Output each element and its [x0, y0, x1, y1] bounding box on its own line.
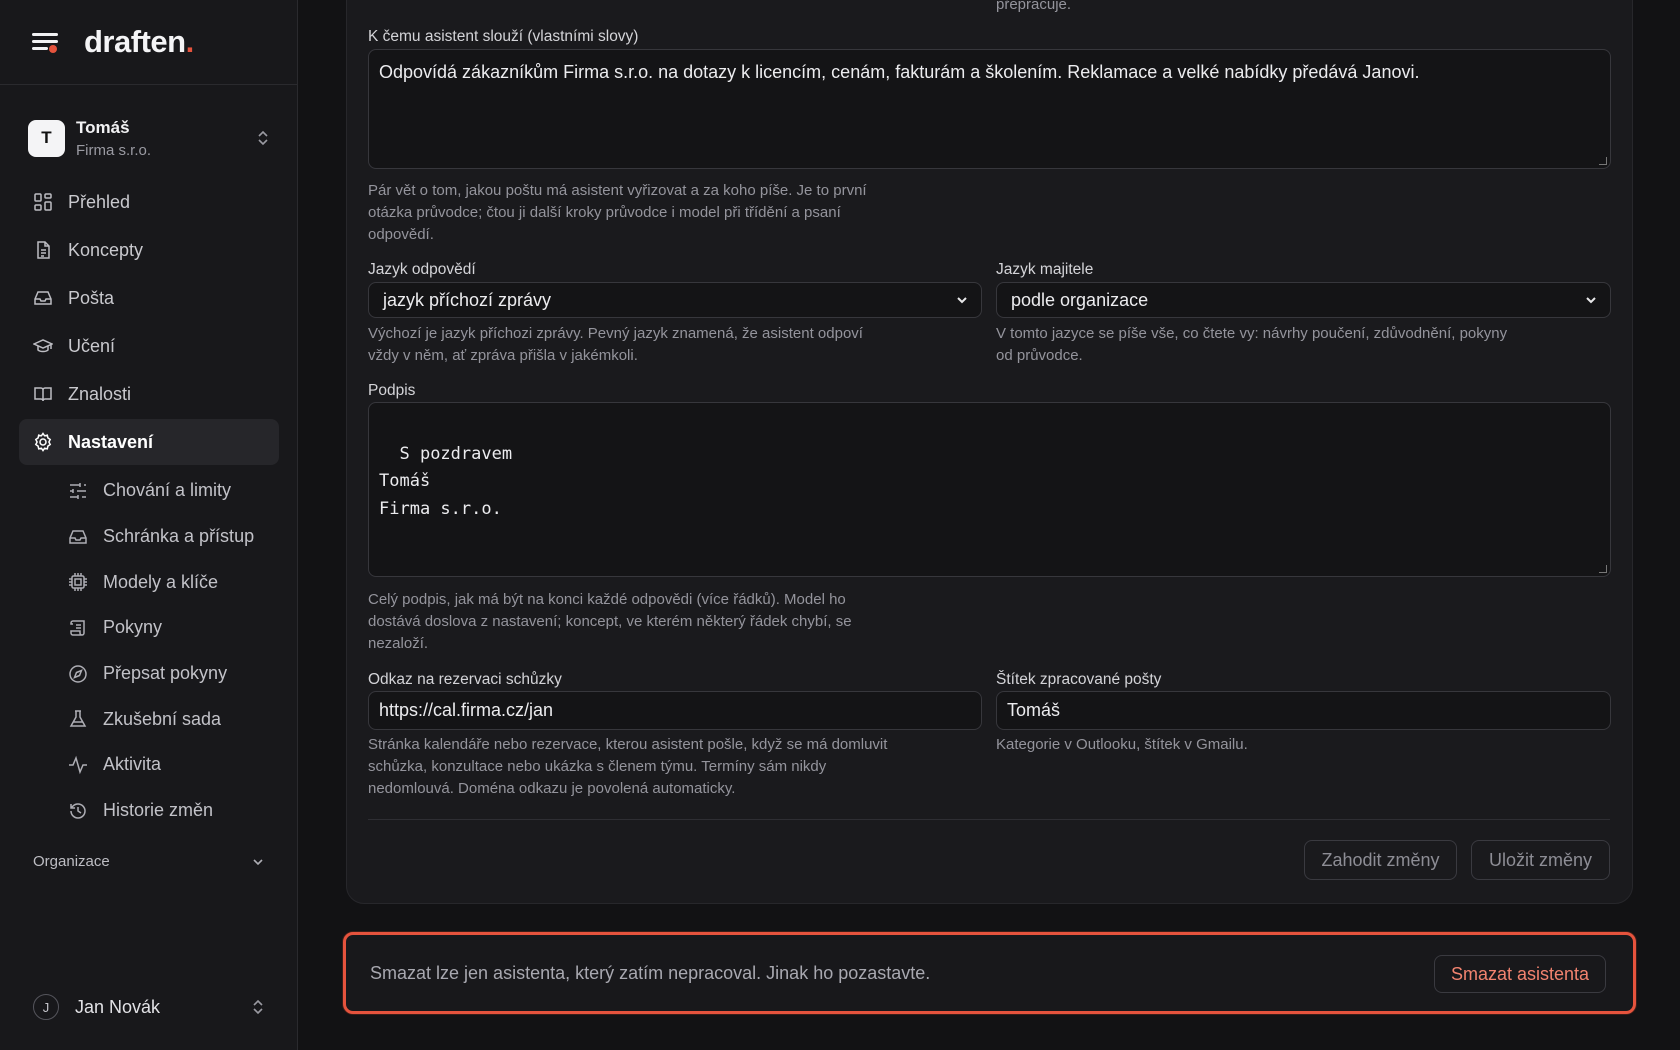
- chevron-updown-icon: [256, 129, 270, 148]
- subnav-label: Pokyny: [103, 617, 163, 638]
- chevron-down-icon: [253, 858, 263, 865]
- gear-icon: [34, 432, 52, 452]
- owner-language-select[interactable]: podle organizace: [996, 282, 1611, 318]
- delete-assistant-info: Smazat lze jen asistenta, který zatím ne…: [370, 963, 931, 983]
- brand-bar: draften.: [0, 0, 297, 85]
- nav-label: Učení: [68, 335, 116, 356]
- processed-tag-input[interactable]: Tomáš: [996, 691, 1611, 730]
- chevron-updown-icon: [253, 999, 263, 1015]
- reply-language-label: Jazyk odpovědí: [368, 261, 476, 278]
- sliders-icon: [70, 482, 86, 499]
- signature-value: S pozdravem Tomáš Firma s.r.o.: [379, 443, 513, 519]
- nav-item-prehled[interactable]: Přehled: [19, 179, 279, 225]
- subnav-label: Schránka a přístup: [103, 526, 255, 547]
- owner-language-label: Jazyk majitele: [996, 261, 1094, 278]
- reply-language-select[interactable]: jazyk příchozí zprávy: [368, 282, 982, 318]
- subnav-label: Aktivita: [103, 754, 162, 775]
- sidebar: draften. T Tomáš Firma s.r.o. Přehled Ko…: [0, 0, 298, 1050]
- subnav-item-prepsat[interactable]: Přepsat pokyny: [68, 651, 288, 697]
- purpose-value: Odpovídá zákazníkům Firma s.r.o. na dota…: [379, 62, 1420, 82]
- user-avatar: J: [33, 994, 59, 1020]
- discard-changes-button[interactable]: Zahodit změny: [1304, 840, 1457, 880]
- menu-icon[interactable]: [32, 31, 60, 53]
- resize-handle[interactable]: [1599, 157, 1607, 165]
- dashboard-icon: [34, 193, 52, 211]
- delete-assistant-button[interactable]: Smazat asistenta: [1434, 955, 1606, 993]
- owner-language-hint: V tomto jazyce se píše vše, co čtete vy:…: [996, 325, 1508, 364]
- booking-link-label: Odkaz na rezervaci schůzky: [368, 671, 562, 688]
- scroll-icon: [70, 620, 85, 636]
- subnav-item-aktivita[interactable]: Aktivita: [68, 742, 288, 788]
- subnav-item-modely[interactable]: Modely a klíče: [68, 559, 288, 605]
- chevron-down-icon: [957, 297, 967, 304]
- owner-language-value: podle organizace: [1011, 289, 1149, 310]
- booking-link-hint: Stránka kalendáře nebo rezervace, kterou…: [368, 736, 888, 797]
- brand-logo[interactable]: draften.: [84, 24, 194, 60]
- booking-link-input[interactable]: https://cal.firma.cz/jan: [368, 691, 982, 730]
- nav-item-posta[interactable]: Pošta: [19, 275, 279, 321]
- reply-language-hint: Výchozí je jazyk příchozi zprávy. Pevný …: [368, 325, 863, 364]
- account-switcher[interactable]: T Tomáš Firma s.r.o.: [28, 116, 270, 160]
- subnav-item-zkusebni[interactable]: Zkušební sada: [68, 696, 288, 742]
- signature-label: Podpis: [368, 382, 416, 399]
- subnav-item-pokyny[interactable]: Pokyny: [68, 605, 288, 651]
- flask-icon: [69, 710, 87, 728]
- processed-tag-hint: Kategorie v Outlooku, štítek v Gmailu.: [996, 736, 1248, 753]
- user-name: Jan Novák: [75, 996, 161, 1017]
- reply-language-value: jazyk příchozí zprávy: [383, 289, 552, 310]
- subnav-label: Modely a klíče: [103, 571, 219, 592]
- compass-icon: [69, 664, 87, 683]
- account-avatar: T: [28, 119, 65, 157]
- subnav-label: Chování a limity: [103, 480, 232, 501]
- purpose-label: K čemu asistent slouží (vlastními slovy): [368, 28, 639, 45]
- graduation-cap-icon: [33, 339, 53, 353]
- activity-icon: [69, 755, 87, 775]
- nav-item-nastaveni[interactable]: Nastavení: [19, 419, 279, 465]
- inbox-icon: [34, 291, 52, 305]
- book-icon: [34, 387, 52, 402]
- resize-handle[interactable]: [1599, 565, 1607, 573]
- nav-label: Koncepty: [68, 239, 144, 260]
- signature-textarea[interactable]: S pozdravem Tomáš Firma s.r.o.: [368, 402, 1611, 577]
- nav-item-znalosti[interactable]: Znalosti: [19, 371, 279, 417]
- delete-assistant-panel: Smazat lze jen asistenta, který zatím ne…: [343, 932, 1636, 1014]
- organization-label: Organizace: [33, 853, 110, 870]
- user-menu[interactable]: J Jan Novák: [33, 992, 265, 1022]
- nav-label: Pošta: [68, 287, 115, 308]
- previous-field-hint-fragment: přepracuje.: [996, 0, 1072, 13]
- account-org: Firma s.r.o.: [76, 141, 152, 159]
- chevron-down-icon: [1586, 297, 1596, 304]
- purpose-hint: Pár vět o tom, jakou poštu má asistent v…: [368, 182, 867, 243]
- organization-section-toggle[interactable]: Organizace: [33, 853, 265, 870]
- subnav-item-historie[interactable]: Historie změn: [68, 788, 288, 834]
- subnav-label: Historie změn: [103, 800, 214, 821]
- settings-subnav: Chování a limity Schránka a přístup Mode…: [68, 468, 288, 834]
- save-changes-button[interactable]: Uložit změny: [1471, 840, 1610, 880]
- signature-hint: Celý podpis, jak má být na konci každé o…: [368, 591, 852, 652]
- account-name: Tomáš: [76, 117, 130, 137]
- subnav-label: Zkušební sada: [103, 708, 222, 729]
- document-icon: [37, 241, 50, 259]
- nav-item-koncepty[interactable]: Koncepty: [19, 227, 279, 273]
- chip-icon: [69, 573, 87, 592]
- nav-label: Přehled: [68, 191, 131, 212]
- inbox-icon: [69, 529, 87, 544]
- nav-item-uceni[interactable]: Učení: [19, 323, 279, 369]
- main-nav: Přehled Koncepty Pošta Učení Znalosti Na…: [19, 179, 279, 467]
- purpose-textarea[interactable]: Odpovídá zákazníkům Firma s.r.o. na dota…: [368, 49, 1611, 169]
- nav-label: Znalosti: [68, 383, 132, 404]
- nav-label: Nastavení: [68, 431, 154, 452]
- subnav-label: Přepsat pokyny: [103, 663, 228, 684]
- history-icon: [70, 802, 86, 819]
- subnav-item-chovani[interactable]: Chování a limity: [68, 468, 288, 514]
- subnav-item-schranka[interactable]: Schránka a přístup: [68, 514, 288, 560]
- processed-tag-value: Tomáš: [1007, 700, 1061, 720]
- form-divider: [368, 819, 1610, 820]
- processed-tag-label: Štítek zpracované pošty: [996, 671, 1162, 688]
- booking-link-value: https://cal.firma.cz/jan: [379, 700, 554, 720]
